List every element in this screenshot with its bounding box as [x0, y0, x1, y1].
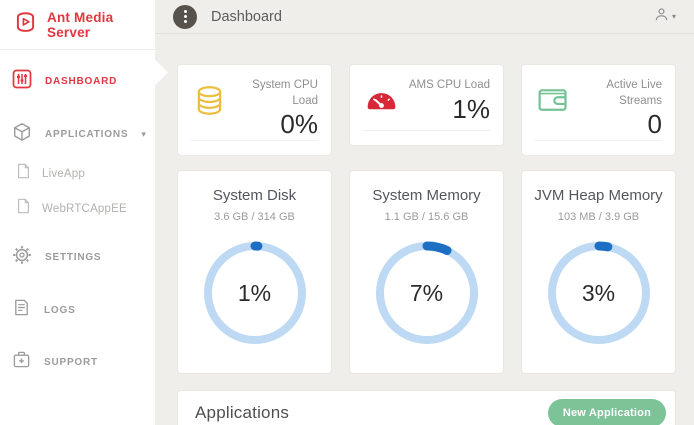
- chevron-down-icon: ▾: [672, 12, 676, 21]
- stat-card-ams-cpu: AMS CPU Load 1%: [349, 64, 504, 146]
- sidebar-item-label: SETTINGS: [45, 252, 101, 263]
- sidebar-item-label: LOGS: [44, 305, 76, 316]
- sidebar-item-label: DASHBOARD: [45, 76, 117, 87]
- kebab-menu-icon[interactable]: [173, 5, 197, 29]
- stat-card-system-cpu: System CPU Load 0%: [177, 64, 332, 156]
- cube-icon: [12, 122, 32, 147]
- stat-label: Active Live Streams: [572, 78, 662, 109]
- gauge-subtitle: 1.1 GB / 15.6 GB: [358, 211, 495, 223]
- card-divider: [363, 130, 490, 131]
- gauge-value: 7%: [373, 239, 481, 347]
- gauge-card-system-memory: System Memory 1.1 GB / 15.6 GB 7%: [349, 170, 504, 374]
- file-icon: [16, 163, 31, 184]
- sidebar-item-webrtcappee[interactable]: WebRTCAppEE: [0, 191, 155, 226]
- sidebar-item-support[interactable]: SUPPORT: [0, 341, 155, 383]
- brand[interactable]: Ant Media Server: [0, 0, 155, 49]
- gauge-card-jvm-heap: JVM Heap Memory 103 MB / 3.9 GB 3%: [521, 170, 676, 374]
- circular-gauge: 3%: [545, 239, 653, 347]
- support-kit-icon: [12, 350, 31, 374]
- user-menu[interactable]: ▾: [654, 7, 676, 27]
- stat-value: 0: [572, 110, 662, 139]
- gauge-title: JVM Heap Memory: [530, 187, 667, 204]
- stat-value: 1%: [409, 95, 490, 124]
- new-application-button[interactable]: New Application: [548, 399, 666, 425]
- topbar: Dashboard ▾: [155, 0, 694, 34]
- applications-title: Applications: [195, 403, 289, 423]
- card-divider: [535, 140, 662, 141]
- sidebar-item-label: APPLICATIONS: [45, 129, 128, 140]
- circular-gauge: 7%: [373, 239, 481, 347]
- applications-section-header: Applications New Application: [177, 390, 676, 425]
- gear-icon: [12, 245, 32, 270]
- dashboard-sliders-icon: [12, 69, 32, 94]
- sidebar-divider: [0, 49, 155, 50]
- ant-media-logo-icon: [12, 9, 39, 41]
- logs-icon: [12, 298, 31, 322]
- speedometer-icon: [363, 82, 400, 124]
- brand-name: Ant Media Server: [47, 10, 143, 40]
- stat-label: System CPU Load: [228, 78, 318, 109]
- sidebar-item-label: SUPPORT: [44, 357, 98, 368]
- wallet-icon: [535, 82, 572, 124]
- stat-value: 0%: [228, 110, 318, 139]
- sidebar-item-dashboard[interactable]: DASHBOARD: [0, 60, 155, 103]
- user-icon: [654, 7, 669, 27]
- chevron-down-icon: ▾: [141, 129, 146, 140]
- gauge-subtitle: 3.6 GB / 314 GB: [186, 211, 323, 223]
- sidebar-item-label: WebRTCAppEE: [42, 203, 127, 215]
- main-area: Dashboard ▾: [155, 0, 694, 425]
- stat-cards-row: System CPU Load 0%: [177, 64, 676, 156]
- gauge-title: System Disk: [186, 187, 323, 204]
- gauge-value: 1%: [201, 239, 309, 347]
- gauge-card-system-disk: System Disk 3.6 GB / 314 GB 1%: [177, 170, 332, 374]
- gauge-title: System Memory: [358, 187, 495, 204]
- database-icon: [191, 82, 228, 124]
- sidebar-item-label: LiveApp: [42, 168, 85, 180]
- page-title: Dashboard: [211, 9, 282, 25]
- gauge-cards-row: System Disk 3.6 GB / 314 GB 1% System Me…: [177, 170, 676, 374]
- sidebar-item-settings[interactable]: SETTINGS: [0, 236, 155, 279]
- file-icon: [16, 198, 31, 219]
- card-divider: [191, 140, 318, 141]
- stat-card-active-streams: Active Live Streams 0: [521, 64, 676, 156]
- gauge-subtitle: 103 MB / 3.9 GB: [530, 211, 667, 223]
- sidebar: Ant Media Server DASHBOARD APPLICATIONS …: [0, 0, 155, 425]
- stat-label: AMS CPU Load: [409, 78, 490, 94]
- gauge-value: 3%: [545, 239, 653, 347]
- circular-gauge: 1%: [201, 239, 309, 347]
- dashboard-content: System CPU Load 0%: [155, 34, 694, 425]
- sidebar-item-liveapp[interactable]: LiveApp: [0, 156, 155, 191]
- sidebar-item-applications[interactable]: APPLICATIONS ▾: [0, 113, 155, 156]
- sidebar-item-logs[interactable]: LOGS: [0, 289, 155, 331]
